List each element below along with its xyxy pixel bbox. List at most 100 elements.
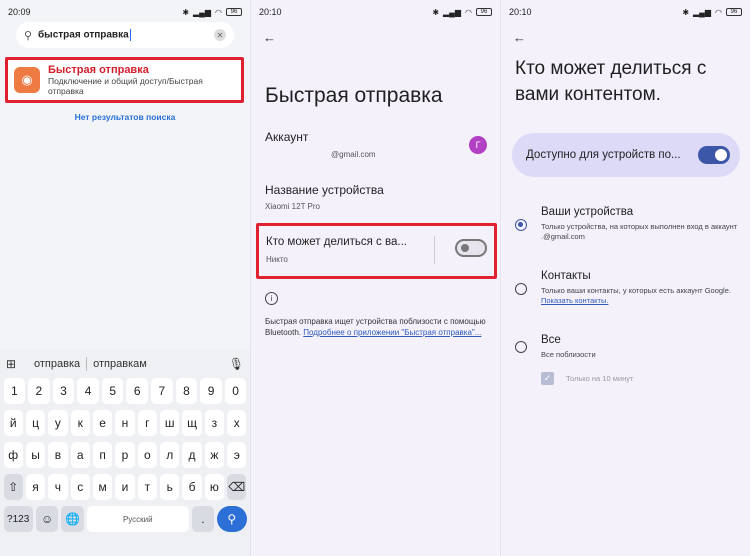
- suggestion-2[interactable]: отправкам: [87, 358, 153, 370]
- option-your-devices[interactable]: Ваши устройства Только устройства, на ко…: [515, 205, 745, 255]
- avatar[interactable]: Г: [469, 136, 487, 154]
- key[interactable]: и: [115, 474, 135, 500]
- availability-toggle[interactable]: [698, 146, 730, 164]
- key[interactable]: с: [70, 474, 90, 500]
- key[interactable]: т: [137, 474, 158, 500]
- key[interactable]: 2: [28, 378, 50, 404]
- option-title: Все: [541, 334, 561, 346]
- learn-more-link[interactable]: Подробнее о приложении "Быстрая отправка…: [303, 328, 481, 337]
- key[interactable]: з: [204, 410, 225, 436]
- back-arrow-icon[interactable]: ←: [513, 30, 526, 45]
- ten-minutes-checkbox[interactable]: ✓: [541, 372, 554, 385]
- show-contacts-link[interactable]: Показать контакты.: [541, 296, 608, 305]
- key[interactable]: г: [137, 410, 158, 436]
- key[interactable]: ф: [3, 442, 23, 468]
- search-key-icon[interactable]: ⚲: [217, 506, 247, 532]
- result-subtitle: Подключение и общий доступ/Быстрая отпра…: [48, 76, 203, 96]
- key[interactable]: 6: [126, 378, 149, 404]
- wifi-icon: ◠: [715, 7, 722, 17]
- backspace-key[interactable]: ⌫: [227, 474, 247, 500]
- radio-your-devices[interactable]: [515, 219, 527, 231]
- signal-icon: ▂▄▆: [693, 7, 712, 17]
- search-icon: ⚲: [24, 29, 33, 42]
- wifi-icon: ◠: [465, 7, 472, 17]
- key[interactable]: 5: [101, 378, 124, 404]
- key[interactable]: р: [115, 442, 135, 468]
- account-label[interactable]: Аккаунт: [265, 130, 308, 144]
- who-can-share-toggle[interactable]: [455, 239, 487, 257]
- key[interactable]: х: [227, 410, 247, 436]
- result-title: Быстрая отправка: [48, 64, 149, 76]
- key[interactable]: ю: [204, 474, 225, 500]
- radio-everyone[interactable]: [515, 341, 527, 353]
- key[interactable]: б: [182, 474, 202, 500]
- option-title: Ваши устройства: [541, 206, 634, 218]
- ten-minutes-label: Только на 10 минут: [566, 374, 634, 383]
- symbols-key[interactable]: ?123: [3, 506, 33, 532]
- space-key[interactable]: Русский: [87, 506, 189, 532]
- divider: [434, 236, 435, 264]
- bluetooth-icon: ✱: [182, 7, 190, 17]
- status-icons: ✱ ▂▄▆ ◠ 96: [182, 8, 242, 17]
- key[interactable]: ь: [160, 474, 180, 500]
- period-key[interactable]: .: [191, 506, 215, 532]
- suggestion-1[interactable]: отправка: [28, 358, 86, 370]
- info-text: Быстрая отправка ищет устройства поблизо…: [265, 317, 490, 338]
- info-icon: i: [265, 292, 278, 305]
- key[interactable]: о: [137, 442, 158, 468]
- suggestion-bar: ⊞ отправка отправкам 🎙: [0, 350, 250, 378]
- apps-grid-icon[interactable]: ⊞: [6, 357, 28, 371]
- key[interactable]: ы: [25, 442, 46, 468]
- toggle-knob: [715, 149, 727, 161]
- key[interactable]: д: [182, 442, 202, 468]
- key[interactable]: у: [48, 410, 68, 436]
- back-arrow-icon[interactable]: ←: [263, 30, 276, 45]
- search-result-item[interactable]: ◉ Быстрая отправка Подключение и общий д…: [5, 57, 244, 103]
- key[interactable]: й: [3, 410, 23, 436]
- option-contacts[interactable]: Контакты Только ваши контакты, у которых…: [515, 269, 745, 319]
- key[interactable]: в: [48, 442, 68, 468]
- key[interactable]: ч: [48, 474, 68, 500]
- availability-toggle-row[interactable]: Доступно для устройств по...: [512, 133, 740, 177]
- status-time: 20:09: [8, 7, 31, 17]
- key[interactable]: 0: [224, 378, 247, 404]
- keyboard-row-2: ф ы в а п р о л д ж э: [0, 442, 250, 468]
- key[interactable]: э: [227, 442, 247, 468]
- search-input[interactable]: ⚲ быстрая отправка ✕: [16, 22, 234, 48]
- key[interactable]: ш: [160, 410, 180, 436]
- status-bar: 20:10 ✱ ▂▄▆ ◠ 96: [509, 6, 742, 18]
- key[interactable]: е: [92, 410, 113, 436]
- key[interactable]: ж: [204, 442, 225, 468]
- key[interactable]: н: [115, 410, 135, 436]
- emoji-key[interactable]: ☺: [35, 506, 59, 532]
- key[interactable]: я: [25, 474, 46, 500]
- key[interactable]: 1: [3, 378, 26, 404]
- key[interactable]: 4: [77, 378, 99, 404]
- bluetooth-icon: ✱: [432, 7, 440, 17]
- key[interactable]: к: [70, 410, 90, 436]
- device-name-label[interactable]: Название устройства: [265, 183, 384, 197]
- text-cursor: [129, 29, 131, 41]
- toggle-knob: [461, 244, 469, 252]
- shift-key[interactable]: ⇧: [3, 474, 23, 500]
- keyboard-row-numbers: 1 2 3 4 5 6 7 8 9 0: [0, 378, 250, 404]
- key[interactable]: ц: [25, 410, 46, 436]
- key[interactable]: п: [92, 442, 113, 468]
- key[interactable]: а: [70, 442, 90, 468]
- key[interactable]: 9: [200, 378, 222, 404]
- microphone-icon[interactable]: 🎙: [229, 357, 244, 371]
- key[interactable]: 3: [52, 378, 75, 404]
- key[interactable]: м: [92, 474, 113, 500]
- key[interactable]: щ: [182, 410, 202, 436]
- key[interactable]: 7: [151, 378, 173, 404]
- status-bar: 20:10 ✱ ▂▄▆ ◠ 96: [259, 6, 492, 18]
- who-can-share-screen: 20:10 ✱ ▂▄▆ ◠ 96 ← Кто может делиться с …: [500, 0, 750, 556]
- option-everyone[interactable]: Все Все поблизости: [515, 333, 745, 363]
- who-can-share-setting[interactable]: Кто может делиться с ва... Никто: [256, 223, 497, 279]
- status-bar: 20:09 ✱ ▂▄▆ ◠ 96: [8, 6, 242, 18]
- key[interactable]: л: [160, 442, 180, 468]
- clear-icon[interactable]: ✕: [214, 29, 226, 41]
- radio-contacts[interactable]: [515, 283, 527, 295]
- key[interactable]: 8: [175, 378, 198, 404]
- globe-icon[interactable]: 🌐: [61, 506, 84, 532]
